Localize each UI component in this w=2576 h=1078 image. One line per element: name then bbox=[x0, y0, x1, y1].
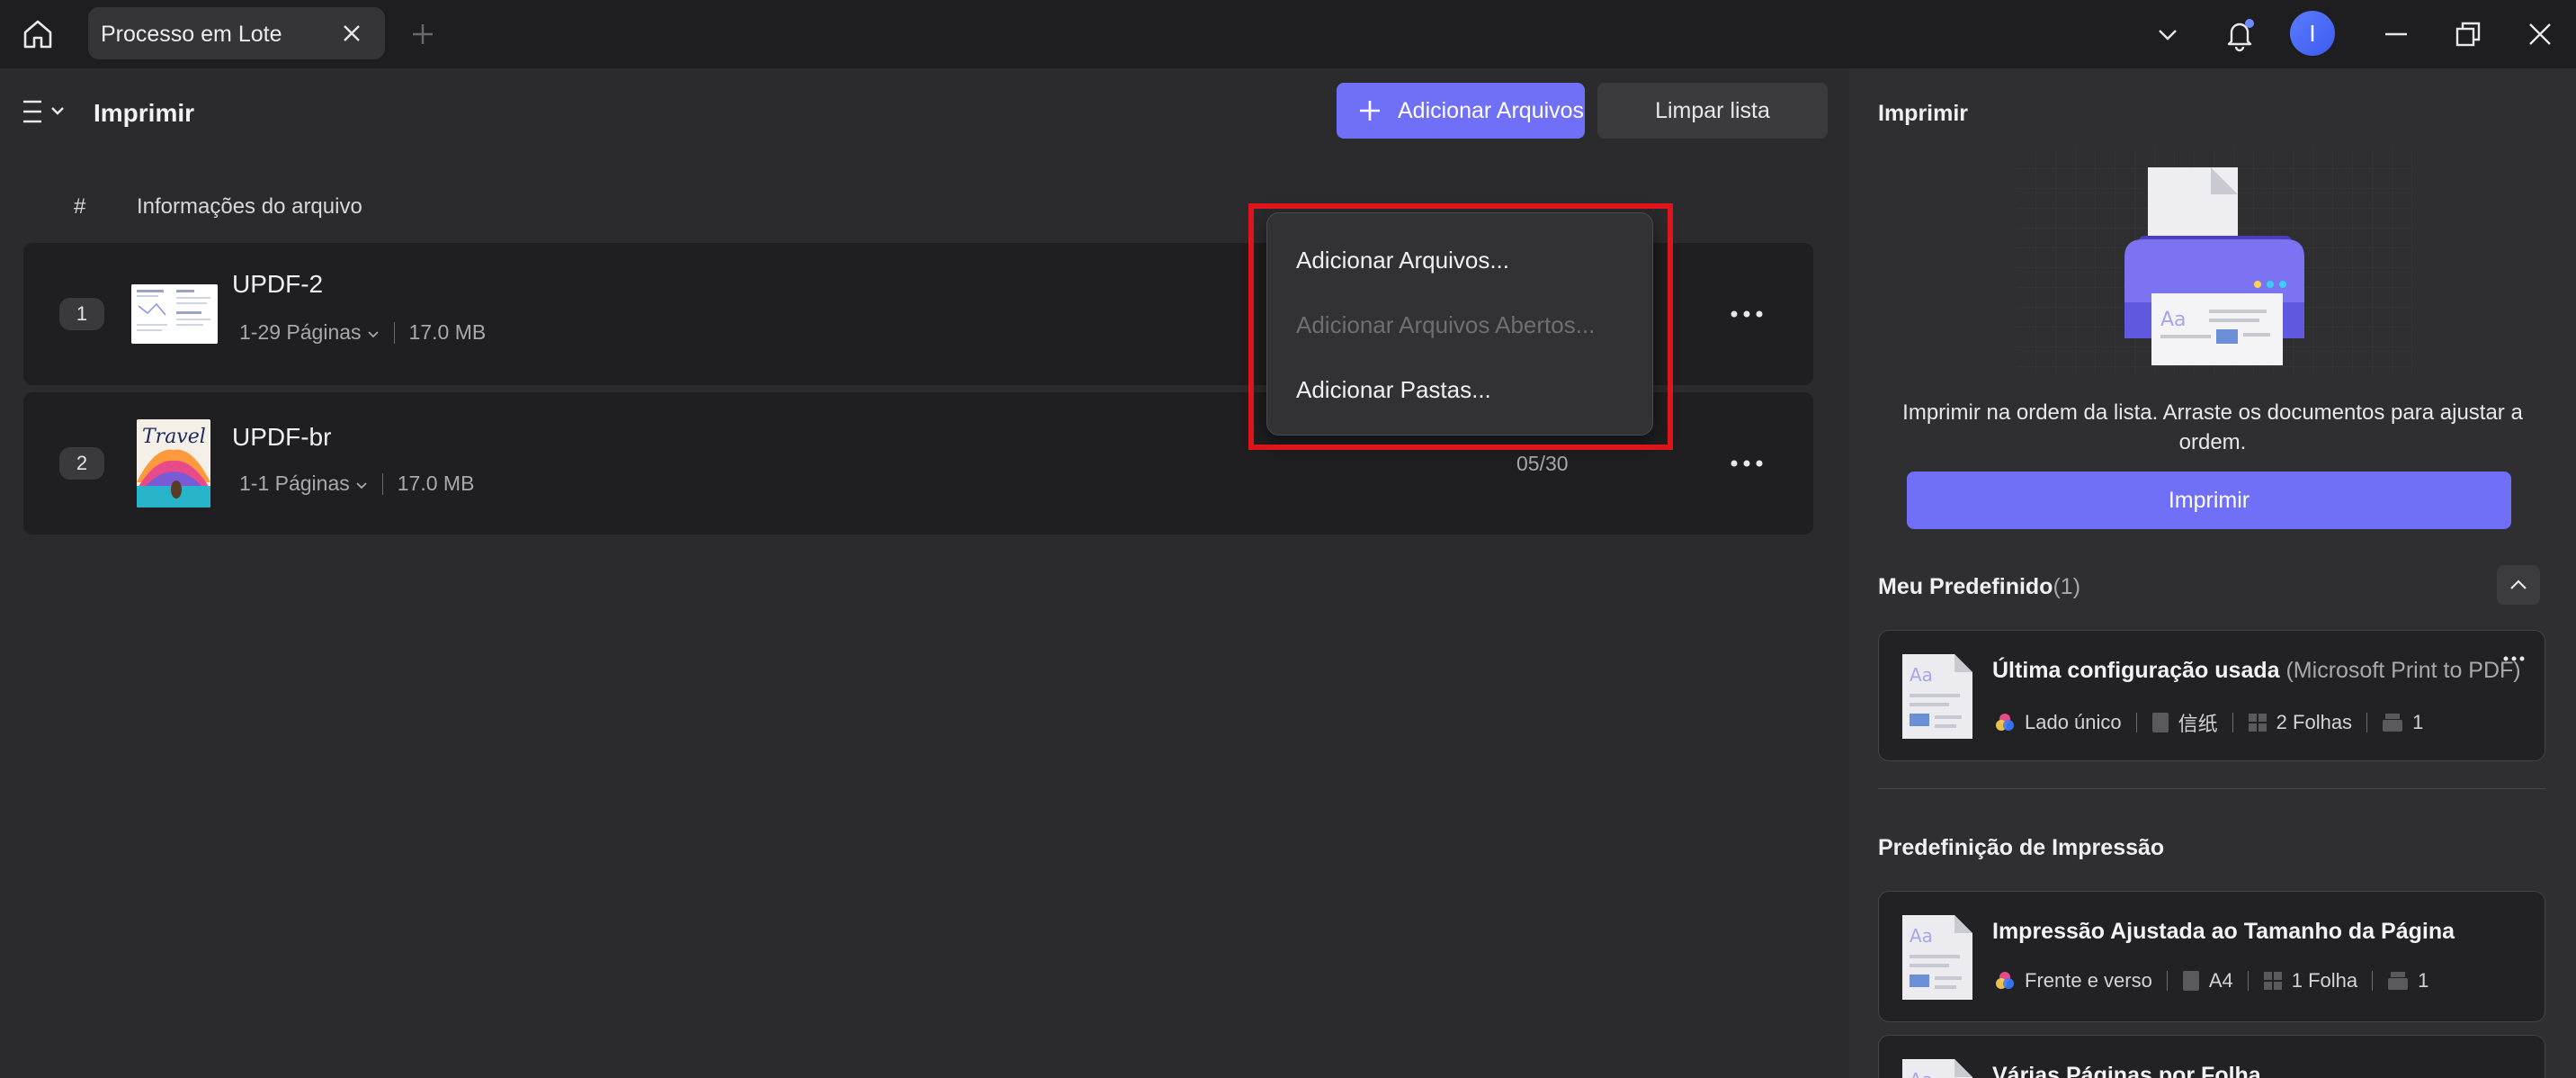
sheets-setting: 2 Folhas bbox=[2248, 711, 2352, 734]
sheets-setting: 1 Folha bbox=[2263, 969, 2357, 993]
file-size: 17.0 MB bbox=[397, 472, 475, 495]
close-icon[interactable] bbox=[335, 16, 369, 50]
preset-title: Última configuração usada (Microsoft Pri… bbox=[1992, 658, 2521, 683]
document-icon: Aa bbox=[1902, 1059, 1972, 1078]
chevron-down-icon[interactable] bbox=[2146, 13, 2189, 56]
batch-list-pane: Imprimir Adicionar Arquivos Limpar lista… bbox=[0, 68, 1840, 1078]
sides-setting: Lado único bbox=[1994, 711, 2122, 734]
color-icon bbox=[1996, 714, 2014, 731]
chevron-up-icon bbox=[2510, 579, 2527, 589]
column-header-file-info: Informações do arquivo bbox=[137, 194, 362, 219]
clear-list-button[interactable]: Limpar lista bbox=[1597, 83, 1828, 139]
add-files-label: Adicionar Arquivos bbox=[1398, 97, 1585, 123]
document-icon: Aa bbox=[1902, 915, 1972, 1000]
column-header-number: # bbox=[74, 194, 86, 219]
svg-text:Travel: Travel bbox=[142, 426, 206, 448]
row-number: 1 bbox=[59, 298, 104, 330]
preset-card-last-used[interactable]: Aa Última configuração usada (Microsoft … bbox=[1878, 630, 2545, 761]
sides-setting: Frente e verso bbox=[1994, 969, 2152, 993]
print-button[interactable]: Imprimir bbox=[1907, 472, 2511, 529]
more-options-icon[interactable] bbox=[1720, 296, 1774, 332]
home-icon[interactable] bbox=[16, 13, 59, 56]
more-options-icon[interactable] bbox=[2496, 645, 2532, 672]
page-range-select[interactable]: 1-1 Páginas bbox=[239, 472, 368, 496]
close-window-icon[interactable] bbox=[2518, 13, 2562, 56]
copies-setting: 1 bbox=[2387, 969, 2428, 993]
file-thumbnail bbox=[131, 284, 218, 344]
divider bbox=[1878, 788, 2545, 789]
paper-setting: 信纸 bbox=[2151, 708, 2218, 737]
title-bar: Processo em Lote I bbox=[0, 0, 2576, 68]
paper-icon bbox=[2182, 971, 2199, 991]
svg-text:Aa: Aa bbox=[1910, 1069, 1933, 1078]
more-options-icon[interactable] bbox=[1720, 445, 1774, 481]
preset-title: Várias Páginas por Folha bbox=[1992, 1063, 2261, 1078]
minimize-icon[interactable] bbox=[2375, 13, 2418, 56]
highlight-box bbox=[1248, 203, 1673, 450]
preset-card-fit-page[interactable]: Aa Impressão Ajustada ao Tamanho da Pági… bbox=[1878, 891, 2545, 1022]
restore-icon[interactable] bbox=[2446, 13, 2490, 56]
file-thumbnail: Travel bbox=[137, 419, 210, 508]
add-tab-icon[interactable] bbox=[405, 16, 441, 52]
copies-icon bbox=[2388, 972, 2409, 990]
chevron-down-icon bbox=[356, 482, 367, 490]
row-number: 2 bbox=[59, 447, 104, 480]
file-size: 17.0 MB bbox=[408, 320, 487, 344]
chevron-down-icon bbox=[367, 331, 379, 338]
page-title: Imprimir bbox=[94, 99, 195, 127]
tab-batch-process[interactable]: Processo em Lote bbox=[88, 7, 385, 59]
copies-setting: 1 bbox=[2382, 711, 2423, 734]
plus-icon bbox=[1360, 101, 1380, 121]
panel-title: Imprimir bbox=[1878, 101, 1969, 126]
menu-button[interactable] bbox=[20, 94, 74, 130]
svg-text:Aa: Aa bbox=[1910, 925, 1933, 947]
color-icon bbox=[1996, 972, 2014, 989]
print-preset-title: Predefinição de Impressão bbox=[1878, 835, 2165, 860]
progress-count: 05/30 bbox=[1516, 452, 1569, 475]
preset-printer: (Microsoft Print to PDF) bbox=[2285, 658, 2521, 683]
layout-icon bbox=[2263, 972, 2282, 990]
copies-icon bbox=[2383, 714, 2403, 732]
page-range-select[interactable]: 1-29 Páginas bbox=[239, 320, 380, 345]
file-name: UPDF-2 bbox=[232, 270, 324, 298]
tab-label: Processo em Lote bbox=[101, 22, 282, 47]
file-name: UPDF-br bbox=[232, 423, 332, 451]
preset-card-multiple-pages[interactable]: Aa Várias Páginas por Folha bbox=[1878, 1035, 2545, 1078]
layout-icon bbox=[2248, 714, 2267, 732]
document-icon: Aa bbox=[1902, 654, 1972, 739]
preset-title: Impressão Ajustada ao Tamanho da Página bbox=[1992, 919, 2455, 944]
svg-text:Aa: Aa bbox=[2160, 309, 2187, 331]
add-files-button[interactable]: Adicionar Arquivos bbox=[1337, 83, 1585, 139]
print-description: Imprimir na ordem da lista. Arraste os d… bbox=[1902, 400, 2523, 454]
my-preset-count: (1) bbox=[2053, 574, 2081, 599]
svg-text:Aa: Aa bbox=[1910, 664, 1933, 686]
paper-setting: A4 bbox=[2182, 969, 2233, 993]
collapse-button[interactable] bbox=[2497, 565, 2540, 605]
paper-icon bbox=[2151, 713, 2169, 732]
avatar[interactable]: I bbox=[2290, 11, 2335, 56]
print-settings-pane: Imprimir Aa Imprimir na ordem da lista. … bbox=[1849, 68, 2576, 1078]
my-preset-title: Meu Predefinido(1) bbox=[1878, 574, 2081, 599]
notification-bell-icon[interactable] bbox=[2218, 13, 2261, 56]
